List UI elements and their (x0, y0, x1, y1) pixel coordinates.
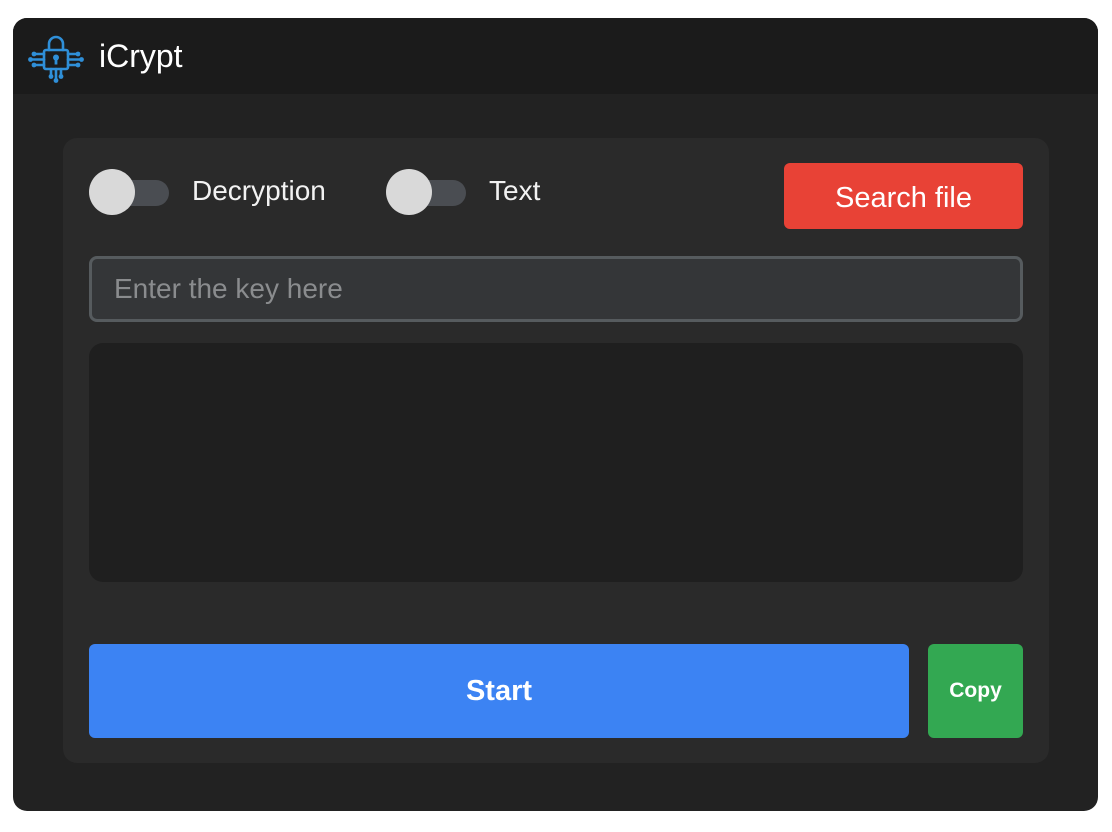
app-title: iCrypt (99, 38, 183, 74)
lock-circuit-icon (27, 28, 85, 84)
text-output-area[interactable] (89, 343, 1023, 582)
decryption-toggle[interactable] (89, 168, 171, 216)
app-window: iCrypt Decryption Text Search file Start… (13, 18, 1098, 811)
main-panel: Decryption Text Search file Start Copy (63, 138, 1049, 763)
decryption-toggle-label: Decryption (192, 175, 326, 206)
decryption-toggle-knob (89, 169, 135, 215)
copy-button[interactable]: Copy (928, 644, 1023, 738)
search-file-button[interactable]: Search file (784, 163, 1023, 229)
key-input[interactable] (89, 256, 1023, 322)
start-button[interactable]: Start (89, 644, 909, 738)
title-bar: iCrypt (13, 18, 1098, 94)
text-toggle[interactable] (386, 168, 468, 216)
text-toggle-knob (386, 169, 432, 215)
text-toggle-label: Text (489, 175, 541, 206)
